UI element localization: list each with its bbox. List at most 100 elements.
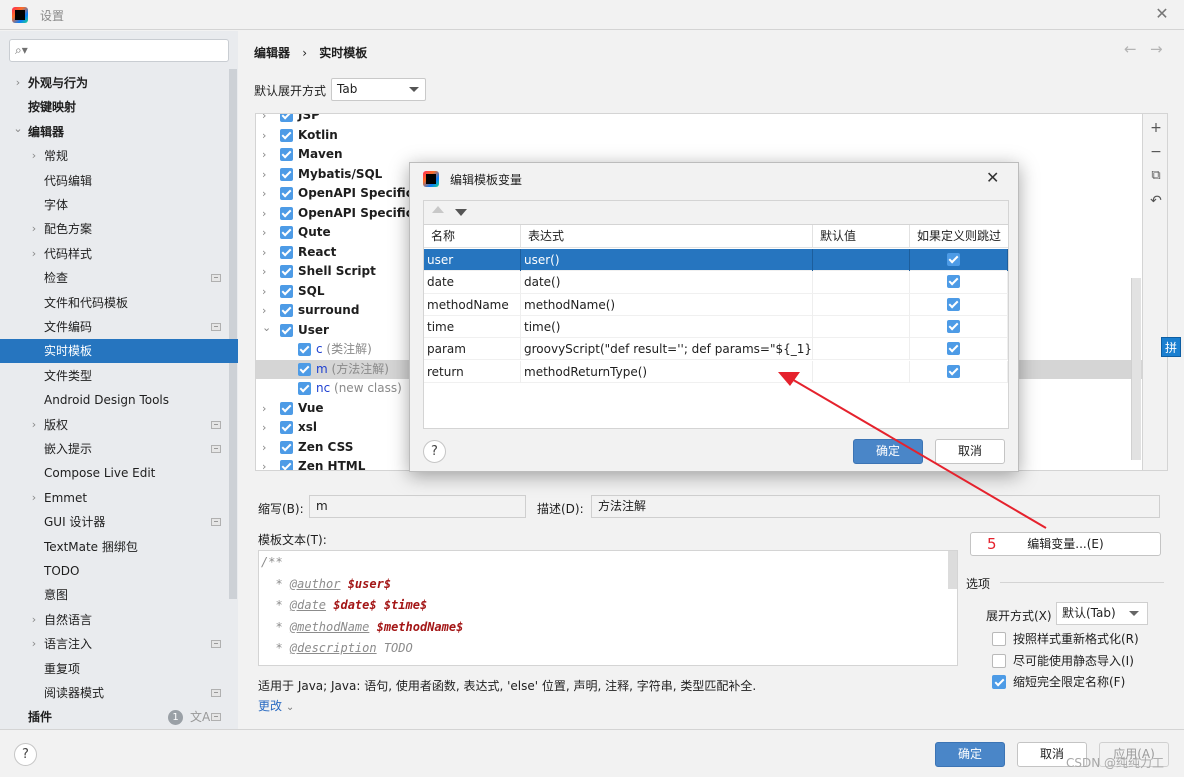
chevron-right-icon[interactable]: › <box>29 632 39 656</box>
cell-expression[interactable]: date() <box>521 271 813 294</box>
tree-scrollbar[interactable] <box>1131 278 1141 460</box>
sidebar-item[interactable]: 重复项 <box>0 657 238 681</box>
column-header-default[interactable]: 默认值 <box>813 225 910 248</box>
skip-if-defined-checkbox[interactable] <box>947 319 960 333</box>
skip-if-defined-checkbox[interactable] <box>947 364 960 378</box>
skip-if-defined-checkbox[interactable] <box>947 275 960 289</box>
sidebar-item[interactable]: 文件和代码模板 <box>0 291 238 315</box>
chevron-right-icon[interactable]: › <box>13 71 23 95</box>
template-text-scrollbar[interactable] <box>948 551 957 589</box>
cell-skip[interactable] <box>910 360 1008 383</box>
sidebar-item[interactable]: › 自然语言 <box>0 608 238 632</box>
checkbox[interactable] <box>992 632 1006 646</box>
sidebar-item[interactable]: 检查 <box>0 266 238 290</box>
checkbox[interactable] <box>280 265 293 278</box>
chevron-right-icon[interactable]: › <box>29 217 39 241</box>
chevron-right-icon[interactable]: › <box>262 243 266 262</box>
checkbox[interactable] <box>298 343 311 356</box>
checkbox[interactable] <box>280 421 293 434</box>
sidebar-item[interactable]: Android Design Tools <box>0 388 238 412</box>
chevron-right-icon[interactable]: › <box>262 223 266 242</box>
chevron-down-icon[interactable]: ⌄ <box>262 318 271 337</box>
cell-default[interactable] <box>813 271 910 294</box>
sidebar-item[interactable]: GUI 设计器 <box>0 510 238 534</box>
cell-default[interactable] <box>813 338 910 361</box>
sidebar-item[interactable]: › 代码样式 <box>0 242 238 266</box>
sidebar-item[interactable]: TODO <box>0 559 238 583</box>
dialog-ok-button[interactable]: 确定 <box>853 439 923 464</box>
checkbox[interactable] <box>280 460 293 470</box>
cell-default[interactable] <box>813 315 910 338</box>
sidebar-item[interactable]: ⌄ 编辑器 <box>0 120 238 144</box>
checkbox[interactable] <box>992 675 1006 689</box>
cell-name[interactable]: user <box>424 249 521 271</box>
checkbox[interactable] <box>280 148 293 161</box>
sidebar-item[interactable]: Compose Live Edit <box>0 461 238 485</box>
column-header-name[interactable]: 名称 <box>424 225 521 248</box>
column-header-skip[interactable]: 如果定义则跳过 <box>910 225 1008 248</box>
checkbox[interactable] <box>280 187 293 200</box>
skip-if-defined-checkbox[interactable] <box>947 297 960 311</box>
variable-row[interactable]: methodName methodName() <box>424 293 1008 316</box>
chevron-right-icon[interactable]: › <box>29 486 39 510</box>
sidebar-item[interactable]: 插件 1 文A <box>0 705 238 729</box>
chevron-right-icon[interactable]: › <box>262 204 266 223</box>
chevron-right-icon[interactable]: › <box>262 282 266 301</box>
sidebar-item[interactable]: 实时模板 <box>0 339 238 364</box>
search-input[interactable]: ⌕▾ <box>9 39 229 62</box>
move-up-icon[interactable] <box>432 206 444 213</box>
cell-name[interactable]: param <box>424 338 521 361</box>
variable-row[interactable]: time time() <box>424 315 1008 339</box>
chevron-right-icon[interactable]: › <box>262 114 266 125</box>
chevron-right-icon[interactable]: › <box>262 165 266 184</box>
cell-expression[interactable]: groovyScript("def result=''; def params=… <box>521 338 813 361</box>
sidebar-item[interactable]: › 配色方案 <box>0 217 238 241</box>
default-expand-select[interactable]: Tab <box>331 78 426 101</box>
sidebar-item[interactable]: › 语言注入 <box>0 632 238 656</box>
cell-expression[interactable]: time() <box>521 315 813 338</box>
cell-expression[interactable]: user() <box>521 249 813 271</box>
checkbox[interactable] <box>298 362 311 376</box>
cell-default[interactable] <box>813 249 910 271</box>
chevron-right-icon[interactable]: › <box>262 126 266 145</box>
cell-skip[interactable] <box>910 293 1008 316</box>
close-icon[interactable]: ✕ <box>1152 4 1172 24</box>
checkbox[interactable] <box>280 304 293 317</box>
checkbox[interactable] <box>280 245 293 259</box>
cell-skip[interactable] <box>910 338 1008 361</box>
copy-icon[interactable]: ⧉ <box>1148 168 1164 183</box>
sidebar-item[interactable]: 文件类型 <box>0 364 238 388</box>
chevron-right-icon[interactable]: › <box>262 184 266 203</box>
chevron-right-icon[interactable]: › <box>29 608 39 632</box>
checkbox[interactable] <box>280 440 293 454</box>
sidebar-item[interactable]: › Emmet <box>0 486 238 510</box>
cell-name[interactable]: methodName <box>424 293 521 316</box>
description-input[interactable]: 方法注解 <box>591 495 1160 518</box>
cell-name[interactable]: date <box>424 271 521 294</box>
skip-if-defined-checkbox[interactable] <box>947 253 960 266</box>
ok-button[interactable]: 确定 <box>935 742 1005 767</box>
help-button[interactable]: ? <box>14 743 37 766</box>
sidebar-item[interactable]: 代码编辑 <box>0 169 238 193</box>
add-icon[interactable]: + <box>1148 120 1164 136</box>
restore-icon[interactable]: ↶ <box>1148 193 1164 209</box>
chevron-right-icon[interactable]: › <box>29 242 39 266</box>
template-group[interactable]: › Kotlin <box>256 126 1142 146</box>
chevron-right-icon[interactable]: › <box>262 262 266 281</box>
sidebar-item[interactable]: 文件编码 <box>0 315 238 339</box>
edit-variables-button[interactable]: 5 编辑变量...(E) <box>970 532 1161 556</box>
cell-default[interactable] <box>813 293 910 316</box>
checkbox[interactable] <box>280 167 293 181</box>
cell-skip[interactable] <box>910 315 1008 338</box>
template-text-editor[interactable]: /** * @author $user$ * @date $date$ $tim… <box>258 550 958 666</box>
checkbox[interactable] <box>280 401 293 415</box>
checkbox[interactable] <box>992 653 1006 668</box>
checkbox[interactable] <box>280 284 293 298</box>
checkbox[interactable] <box>280 206 293 220</box>
expand-with-select[interactable]: 默认(Tab) <box>1056 602 1148 625</box>
sidebar-item[interactable]: 按键映射 <box>0 95 238 119</box>
sidebar-item[interactable]: 意图 <box>0 583 238 607</box>
cell-skip[interactable] <box>910 249 1008 271</box>
chevron-right-icon[interactable]: › <box>262 438 266 457</box>
variable-row[interactable]: return methodReturnType() <box>424 360 1008 383</box>
